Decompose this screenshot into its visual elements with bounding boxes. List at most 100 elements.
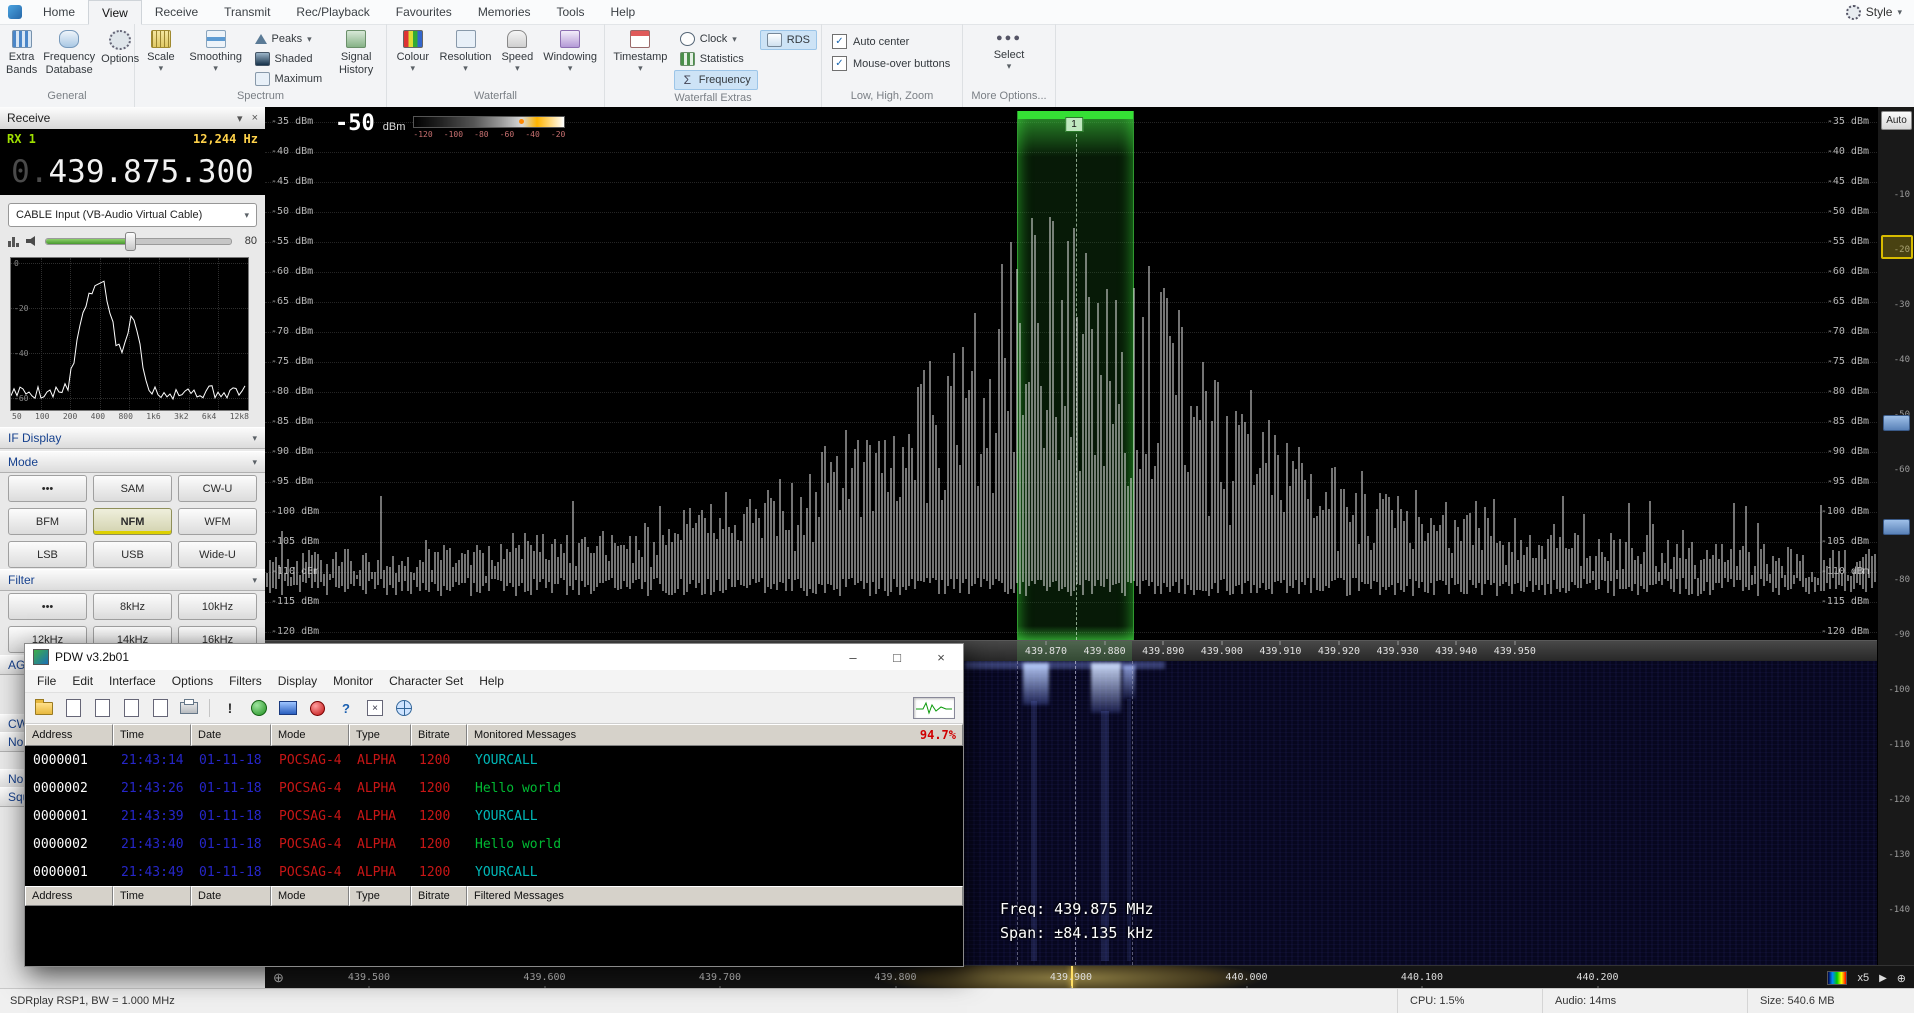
open-button[interactable]	[33, 697, 55, 719]
extra-bands-button[interactable]: Extra Bands	[4, 27, 39, 88]
column-header-date[interactable]: Date	[191, 886, 271, 906]
menu-interface[interactable]: Interface	[101, 674, 164, 688]
menu-monitor[interactable]: Monitor	[325, 674, 381, 688]
resolution-button[interactable]: Resolution ▾	[437, 27, 495, 88]
frequency-display[interactable]: 0.439.875.300	[0, 149, 265, 195]
menu-options[interactable]: Options	[164, 674, 221, 688]
mode-button-dots[interactable]: •••	[8, 475, 87, 502]
menu-edit[interactable]: Edit	[64, 674, 101, 688]
message-row[interactable]: 000000221:43:4001-11-18POCSAG-4ALPHA1200…	[25, 830, 963, 858]
help-button[interactable]: ?	[335, 697, 357, 719]
mode-button-lsb[interactable]: LSB	[8, 541, 87, 568]
auto-center-checkbox[interactable]: ✓ Auto center	[832, 32, 909, 51]
style-selector[interactable]: Style ▾	[1846, 0, 1914, 24]
column-header-address[interactable]: Address	[25, 886, 113, 906]
mode-button-usb[interactable]: USB	[93, 541, 172, 568]
column-header-mode[interactable]: Mode	[271, 886, 349, 906]
tab-help[interactable]: Help	[598, 0, 649, 24]
mode-button-cw-u[interactable]: CW-U	[178, 475, 257, 502]
volume-slider[interactable]	[45, 238, 232, 245]
menu-filters[interactable]: Filters	[221, 674, 270, 688]
play-icon[interactable]: ▶	[1879, 973, 1887, 984]
web-button[interactable]	[393, 697, 415, 719]
mode-button-wide-u[interactable]: Wide-U	[178, 541, 257, 568]
waterfall-palette-icon[interactable]	[1827, 971, 1847, 985]
section-mode[interactable]: Mode ▾	[0, 451, 265, 473]
filter-button-10khz[interactable]: 10kHz	[178, 593, 257, 620]
maximize-button[interactable]: □	[875, 644, 919, 670]
filter-button-dots[interactable]: •••	[8, 593, 87, 620]
clock-button[interactable]: Clock ▾	[674, 30, 758, 48]
tab-memories[interactable]: Memories	[465, 0, 544, 24]
column-header-address[interactable]: Address	[25, 724, 113, 746]
palette-bar[interactable]	[413, 116, 565, 128]
zoom-plus-icon[interactable]: ⊕	[1897, 972, 1906, 985]
column-header-bitrate[interactable]: Bitrate	[411, 886, 467, 906]
volume-slider-handle[interactable]	[125, 232, 136, 251]
mode-button-sam[interactable]: SAM	[93, 475, 172, 502]
scale-button[interactable]: Scale ▾	[139, 27, 183, 88]
receive-panel-header[interactable]: Receive ▾ ×	[0, 107, 265, 130]
audio-device-select[interactable]: CABLE Input (VB-Audio Virtual Cable) ▾	[8, 203, 257, 227]
tab-view[interactable]: View	[88, 0, 142, 25]
section-if-display[interactable]: IF Display ▾	[0, 427, 265, 449]
level-range-strip[interactable]: Auto -10-20-30-40-50-60-70-80-90-100-110…	[1877, 107, 1914, 965]
smoothing-button[interactable]: Smoothing ▾	[185, 27, 247, 88]
minimize-button[interactable]: –	[831, 644, 875, 670]
mode-button-wfm[interactable]: WFM	[178, 508, 257, 535]
frequency-button[interactable]: Σ Frequency	[674, 70, 758, 90]
shaded-button[interactable]: Shaded	[249, 50, 329, 68]
message-row[interactable]: 000000121:43:1401-11-18POCSAG-4ALPHA1200…	[25, 746, 963, 774]
message-row[interactable]: 000000121:43:4901-11-18POCSAG-4ALPHA1200…	[25, 858, 963, 886]
column-header-type[interactable]: Type	[349, 724, 411, 746]
tab-favourites[interactable]: Favourites	[383, 0, 465, 24]
section-filter[interactable]: Filter ▾	[0, 569, 265, 591]
frequency-database-button[interactable]: Frequency Database	[41, 27, 97, 88]
timestamp-button[interactable]: Timestamp ▾	[609, 27, 672, 90]
windowing-button[interactable]: Windowing ▾	[540, 27, 600, 88]
mode-button-nfm[interactable]: NFM	[93, 508, 172, 535]
peaks-button[interactable]: Peaks ▾	[249, 30, 329, 48]
menu-display[interactable]: Display	[270, 674, 325, 688]
tab-home[interactable]: Home	[30, 0, 88, 24]
mouse-over-buttons-checkbox[interactable]: ✓ Mouse-over buttons	[832, 54, 950, 73]
save-button[interactable]	[149, 697, 171, 719]
mode-button-bfm[interactable]: BFM	[8, 508, 87, 535]
band-overview-bar[interactable]: ⊕ x5 ▶ ⊕ 439.500439.600439.700439.800439…	[265, 965, 1914, 990]
column-header-filtered-messages[interactable]: Filtered Messages	[467, 886, 963, 906]
print-button[interactable]	[178, 697, 200, 719]
zoom-factor[interactable]: x5	[1857, 972, 1869, 984]
column-header-time[interactable]: Time	[113, 886, 191, 906]
message-row[interactable]: 000000121:43:3901-11-18POCSAG-4ALPHA1200…	[25, 802, 963, 830]
tab-tools[interactable]: Tools	[544, 0, 598, 24]
pdw-titlebar[interactable]: PDW v3.2b01 – □ ×	[25, 644, 963, 670]
select-button[interactable]: ●●● Select ▾	[983, 27, 1035, 88]
rds-button[interactable]: RDS	[760, 30, 817, 50]
colour-button[interactable]: Colour ▾	[391, 27, 435, 88]
app-menu-button[interactable]	[0, 0, 30, 24]
filter-toggle-button[interactable]: ×	[364, 697, 386, 719]
panel-close-icon[interactable]: ×	[252, 112, 258, 125]
message-row[interactable]: 000000221:43:2601-11-18POCSAG-4ALPHA1200…	[25, 774, 963, 802]
zoom-icon[interactable]: ⊕	[273, 970, 284, 986]
level-handle-top[interactable]	[1881, 235, 1913, 259]
filter-button-8khz[interactable]: 8kHz	[93, 593, 172, 620]
record-button[interactable]	[306, 697, 328, 719]
column-header-date[interactable]: Date	[191, 724, 271, 746]
panel-collapse-icon[interactable]: ▾	[237, 112, 243, 125]
column-header-type[interactable]: Type	[349, 886, 411, 906]
new-log-button[interactable]	[62, 697, 84, 719]
menu-file[interactable]: File	[29, 674, 64, 688]
column-header-mode[interactable]: Mode	[271, 724, 349, 746]
level-handle[interactable]	[1883, 415, 1910, 431]
pdw-window[interactable]: PDW v3.2b01 – □ × FileEditInterfaceOptio…	[24, 643, 964, 967]
auto-button[interactable]: Auto	[1881, 111, 1912, 130]
column-header-bitrate[interactable]: Bitrate	[411, 724, 467, 746]
menu-character-set[interactable]: Character Set	[381, 674, 471, 688]
copy-button[interactable]	[91, 697, 113, 719]
level-handle[interactable]	[1883, 519, 1910, 535]
maximum-button[interactable]: Maximum	[249, 70, 329, 88]
alert-button[interactable]: !	[219, 697, 241, 719]
tab-receive[interactable]: Receive	[142, 0, 211, 24]
paste-button[interactable]	[120, 697, 142, 719]
